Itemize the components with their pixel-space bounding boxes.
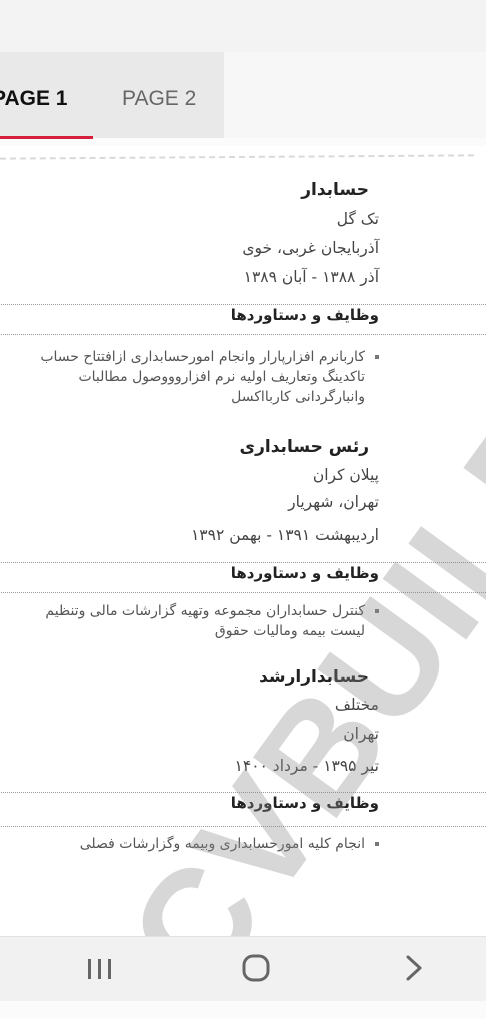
divider <box>0 562 486 563</box>
duties-heading: وظایف و دستاوردها <box>230 306 379 324</box>
divider <box>0 792 486 793</box>
job-company: تک گل <box>336 210 379 228</box>
job-company: مختلف <box>334 696 379 714</box>
work-experience-section: حسابدار تک گل آذربایجان غربی، خوی آذر ۱۳… <box>0 146 486 936</box>
duties-line: لیست بیمه ومالیات حقوق <box>214 623 365 639</box>
duties-item: کنترل حسابداران مجموعه وتهیه گزارشات مال… <box>0 601 379 641</box>
divider <box>0 826 486 827</box>
home-icon <box>242 954 270 982</box>
tab-bar-empty-area <box>224 52 486 138</box>
job-company: پیلان کران <box>312 466 379 484</box>
duties-item: انجام کلیه امورحسابداری وبیمه وگزارشات ف… <box>0 834 379 854</box>
active-tab-indicator <box>0 136 93 139</box>
job-title: حسابدارارشد <box>259 667 369 687</box>
recents-button[interactable] <box>78 947 122 991</box>
job-title: حسابدار <box>301 180 369 200</box>
duties-item: کاربانرم افزارپارار وانجام امورحسابداری … <box>0 347 379 407</box>
back-icon <box>406 955 422 981</box>
tab-page-1[interactable]: PAGE 1 <box>0 52 92 138</box>
page-tabs: PAGE 1 PAGE 2 <box>0 52 224 138</box>
tab-page-2[interactable]: PAGE 2 <box>122 52 196 138</box>
job-dates: آذر ۱۳۸۸ - آبان ۱۳۸۹ <box>243 268 379 286</box>
job-title: رئس حسابداری <box>239 437 369 457</box>
resume-preview: حسابدار تک گل آذربایجان غربی، خوی آذر ۱۳… <box>0 146 486 936</box>
duties-heading: وظایف و دستاوردها <box>230 564 379 582</box>
job-location: تهران، شهریار <box>288 493 379 511</box>
duties-line: کاربانرم افزارپارار وانجام امورحسابداری … <box>40 349 365 365</box>
home-button[interactable] <box>234 947 278 991</box>
duties-line: انجام کلیه امورحسابداری وبیمه وگزارشات ف… <box>79 836 365 852</box>
job-location: آذربایجان غربی، خوی <box>242 239 379 257</box>
app-top-bar <box>0 0 486 52</box>
divider <box>0 304 486 305</box>
job-dates: اردیبهشت ۱۳۹۱ - بهمن ۱۳۹۲ <box>190 526 379 544</box>
job-location: تهران <box>343 725 379 743</box>
duties-heading: وظایف و دستاوردها <box>230 794 379 812</box>
recents-icon <box>88 959 111 979</box>
job-dates: تیر ۱۳۹۵ - مرداد ۱۴۰۰ <box>234 757 379 775</box>
duties-line: کنترل حسابداران مجموعه وتهیه گزارشات مال… <box>45 603 365 619</box>
back-button[interactable] <box>392 947 436 991</box>
duties-line: تاکدینگ وتعاریف اولیه نرم افزاروووصول مط… <box>78 369 365 385</box>
duties-line: وانبارگردانی کاربااکسل <box>231 389 365 405</box>
divider <box>0 592 486 593</box>
system-navigation-bar <box>0 936 486 1001</box>
divider <box>0 334 486 335</box>
